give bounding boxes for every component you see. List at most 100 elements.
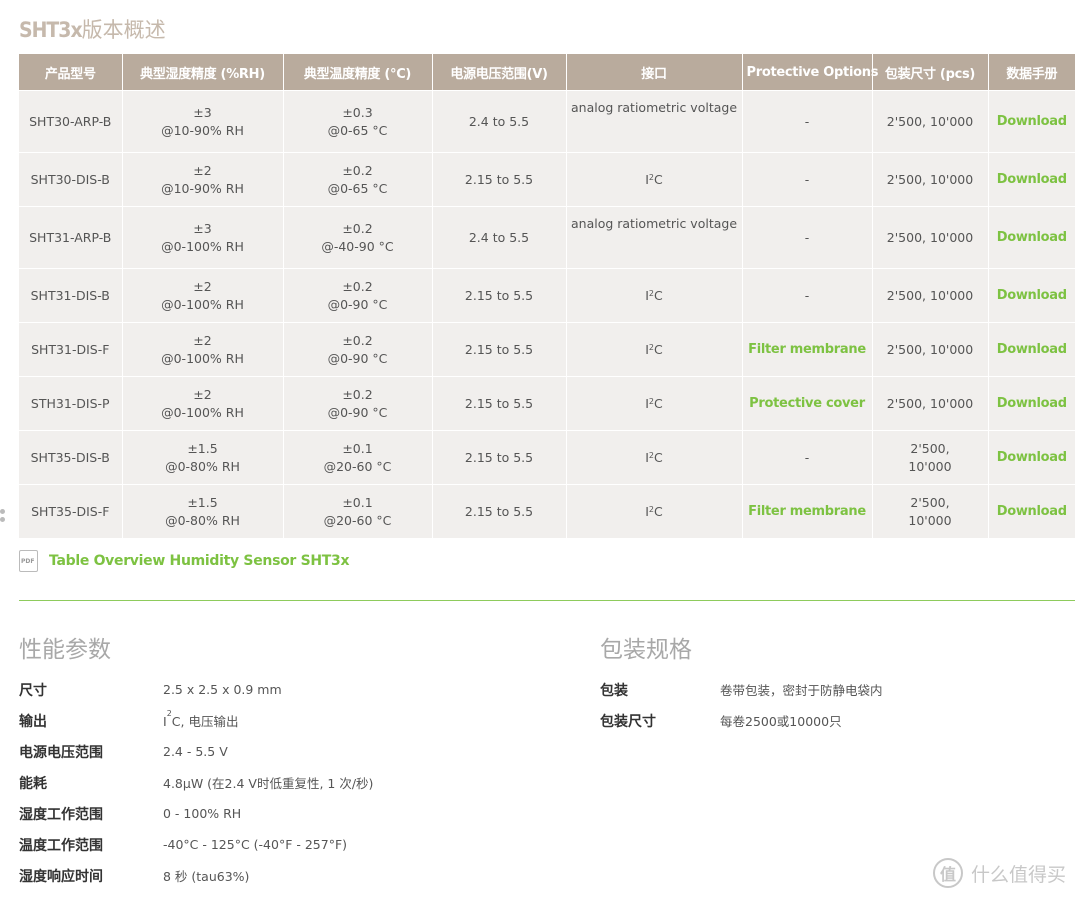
cell-model: SHT35-DIS-B bbox=[19, 430, 123, 485]
cell-supply-voltage: 2.15 to 5.5 bbox=[432, 484, 567, 538]
param-row: 能耗 4.8µW (在2.4 V时低重复性, 1 次/秒) bbox=[19, 767, 373, 798]
cell-supply-voltage: 2.15 to 5.5 bbox=[432, 376, 567, 431]
cell-humidity-accuracy: ±2 @10-90% RH bbox=[122, 152, 284, 207]
cell-interface: I2C bbox=[566, 484, 743, 538]
header-packaging-size: 包装尺寸 (pcs) bbox=[872, 54, 989, 91]
param-row: 湿度响应时间 8 秒 (tau63%) bbox=[19, 860, 373, 891]
cell-packaging: 2'500, 10'000 bbox=[872, 376, 989, 431]
cell-datasheet[interactable]: Download bbox=[988, 206, 1075, 269]
cell-supply-voltage: 2.4 to 5.5 bbox=[432, 90, 567, 153]
download-link[interactable]: Download bbox=[997, 230, 1067, 245]
cell-packaging: 2'500, 10'000 bbox=[872, 90, 989, 153]
pdf-link-label[interactable]: Table Overview Humidity Sensor SHT3x bbox=[49, 553, 350, 569]
cell-temperature-accuracy: ±0.2 @0-90 °C bbox=[283, 268, 433, 323]
cell-supply-voltage: 2.15 to 5.5 bbox=[432, 322, 567, 377]
cell-model: SHT30-DIS-B bbox=[19, 152, 123, 207]
cell-datasheet[interactable]: Download bbox=[988, 430, 1075, 485]
cell-protective-option: Filter membrane bbox=[742, 484, 873, 538]
param-value: 每卷2500或10000只 bbox=[720, 714, 842, 729]
download-link[interactable]: Download bbox=[997, 288, 1067, 303]
watermark-logo-icon: 值 bbox=[932, 858, 963, 888]
pdf-icon: PDF bbox=[19, 550, 38, 572]
param-key: 湿度工作范围 bbox=[19, 806, 103, 823]
cell-model: SHT31-ARP-B bbox=[19, 206, 123, 269]
cell-datasheet[interactable]: Download bbox=[988, 90, 1075, 153]
cell-packaging: 2'500, 10'000 bbox=[872, 206, 989, 269]
download-link[interactable]: Download bbox=[997, 172, 1067, 187]
cell-datasheet[interactable]: Download bbox=[988, 322, 1075, 377]
param-row: 包装尺寸 每卷2500或10000只 bbox=[600, 705, 883, 736]
param-key: 包装尺寸 bbox=[600, 713, 656, 730]
param-key: 尺寸 bbox=[19, 682, 47, 699]
table-row: SHT35-DIS-F ±1.5 @0-80% RH ±0.1 @20-60 °C … bbox=[19, 484, 1075, 538]
param-value: 2.5 x 2.5 x 0.9 mm bbox=[163, 682, 282, 697]
version-table: 产品型号 典型湿度精度 (%RH) 典型温度精度 (°C) 电源电压范围(V) … bbox=[19, 54, 1075, 538]
cell-humidity-accuracy: ±3 @0-100% RH bbox=[122, 206, 284, 269]
cell-humidity-accuracy: ±2 @0-100% RH bbox=[122, 376, 284, 431]
cell-protective-option: - bbox=[742, 90, 873, 153]
side-share-dots[interactable] bbox=[0, 509, 6, 529]
performance-title: 性能参数 bbox=[19, 637, 111, 663]
cell-packaging: 2'500, 10'000 bbox=[872, 152, 989, 207]
table-row: STH31-DIS-P ±2 @0-100% RH ±0.2 @0-90 °C 2.… bbox=[19, 376, 1075, 431]
cell-humidity-accuracy: ±1.5 @0-80% RH bbox=[122, 430, 284, 485]
download-link[interactable]: Download bbox=[997, 504, 1067, 519]
performance-list: 尺寸 2.5 x 2.5 x 0.9 mm 输出 I2C, 电压输出电源电压范围 2.4… bbox=[19, 674, 373, 891]
cell-model: SHT35-DIS-F bbox=[19, 484, 123, 538]
cell-temperature-accuracy: ±0.2 @0-90 °C bbox=[283, 376, 433, 431]
header-datasheet: 数据手册 bbox=[988, 54, 1075, 91]
cell-interface: I2C bbox=[566, 376, 743, 431]
table-row: SHT30-DIS-B ±2 @10-90% RH ±0.2 @0-65 °C 2.… bbox=[19, 152, 1075, 207]
table-row: SHT35-DIS-B ±1.5 @0-80% RH ±0.1 @20-60 °C … bbox=[19, 430, 1075, 485]
packaging-title: 包装规格 bbox=[600, 637, 692, 663]
download-link[interactable]: Download bbox=[997, 342, 1067, 357]
download-link[interactable]: Download bbox=[997, 450, 1067, 465]
cell-interface: I2C bbox=[566, 152, 743, 207]
param-row: 输出 I2C, 电压输出 bbox=[19, 705, 373, 736]
cell-datasheet[interactable]: Download bbox=[988, 484, 1075, 538]
header-protective-options: Protective Options bbox=[742, 54, 878, 91]
download-link[interactable]: Download bbox=[997, 114, 1067, 129]
table-row: SHT31-ARP-B ±3 @0-100% RH ±0.2 @-40-90 °C … bbox=[19, 206, 1075, 269]
param-key: 湿度响应时间 bbox=[19, 868, 103, 885]
cell-temperature-accuracy: ±0.2 @0-65 °C bbox=[283, 152, 433, 207]
param-row: 温度工作范围 -40°C - 125°C (-40°F - 257°F) bbox=[19, 829, 373, 860]
watermark: 值 什么值得买 bbox=[932, 858, 1066, 888]
cell-datasheet[interactable]: Download bbox=[988, 268, 1075, 323]
cell-protective-option: - bbox=[742, 206, 873, 269]
cell-interface: analog ratiometric voltage bbox=[566, 90, 743, 153]
cell-packaging: 2'500, 10'000 bbox=[872, 484, 989, 538]
param-value: 2.4 - 5.5 V bbox=[163, 744, 228, 759]
cell-datasheet[interactable]: Download bbox=[988, 152, 1075, 207]
cell-temperature-accuracy: ±0.3 @0-65 °C bbox=[283, 90, 433, 153]
header-interface: 接口 bbox=[566, 54, 743, 91]
cell-humidity-accuracy: ±3 @10-90% RH bbox=[122, 90, 284, 153]
param-value: 卷带包装，密封于防静电袋内 bbox=[720, 683, 883, 698]
param-key: 电源电压范围 bbox=[19, 744, 103, 761]
cell-model: SHT31-DIS-F bbox=[19, 322, 123, 377]
watermark-text: 什么值得买 bbox=[970, 863, 1066, 886]
header-humidity-accuracy: 典型湿度精度 (%RH) bbox=[122, 54, 284, 91]
table-header-row: 产品型号 典型湿度精度 (%RH) 典型温度精度 (°C) 电源电压范围(V) … bbox=[19, 54, 1075, 91]
param-value: I2C, 电压输出 bbox=[163, 709, 239, 729]
download-link[interactable]: Download bbox=[997, 396, 1067, 411]
cell-interface: I2C bbox=[566, 268, 743, 323]
cell-protective-option: Protective cover bbox=[742, 376, 873, 431]
pdf-table-overview-link[interactable]: PDF Table Overview Humidity Sensor SHT3x bbox=[19, 550, 350, 572]
cell-temperature-accuracy: ±0.2 @-40-90 °C bbox=[283, 206, 433, 269]
cell-model: SHT31-DIS-B bbox=[19, 268, 123, 323]
table-row: SHT31-DIS-F ±2 @0-100% RH ±0.2 @0-90 °C 2.… bbox=[19, 322, 1075, 377]
cell-model: STH31-DIS-P bbox=[19, 376, 123, 431]
param-value: -40°C - 125°C (-40°F - 257°F) bbox=[163, 837, 348, 852]
cell-datasheet[interactable]: Download bbox=[988, 376, 1075, 431]
param-row: 湿度工作范围 0 - 100% RH bbox=[19, 798, 373, 829]
param-value: 4.8µW (在2.4 V时低重复性, 1 次/秒) bbox=[163, 776, 374, 791]
cell-packaging: 2'500, 10'000 bbox=[872, 322, 989, 377]
cell-interface: analog ratiometric voltage bbox=[566, 206, 743, 269]
header-temperature-accuracy: 典型温度精度 (°C) bbox=[283, 54, 433, 91]
cell-temperature-accuracy: ±0.1 @20-60 °C bbox=[283, 430, 433, 485]
param-key: 包装 bbox=[600, 682, 628, 699]
cell-humidity-accuracy: ±1.5 @0-80% RH bbox=[122, 484, 284, 538]
cell-temperature-accuracy: ±0.1 @20-60 °C bbox=[283, 484, 433, 538]
cell-protective-option: - bbox=[742, 430, 873, 485]
